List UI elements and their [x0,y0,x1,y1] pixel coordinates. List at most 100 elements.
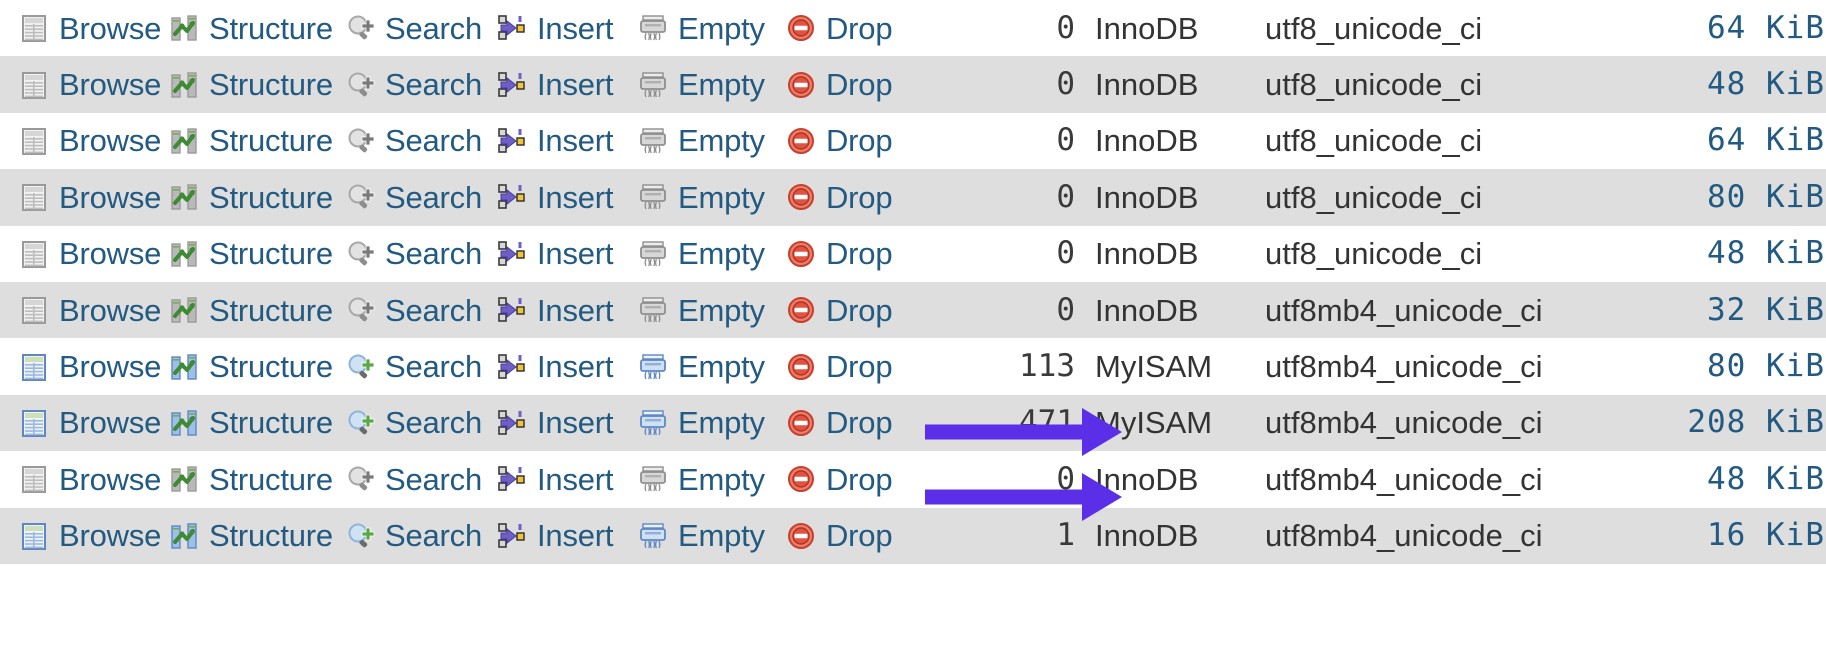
row-count: 0 [1056,178,1075,215]
browse-link[interactable]: Browse [18,12,168,44]
insert-link[interactable]: Insert [496,294,637,326]
drop-link[interactable]: Drop [785,463,925,495]
table-row: Browse Structure Search Insert Empty Drop 0 Inn… [0,281,1826,339]
structure-link[interactable]: Structure [168,351,344,383]
empty-link[interactable]: Empty [637,238,785,270]
search-link[interactable]: Search [344,407,496,439]
browse-link[interactable]: Browse [18,463,168,495]
drop-link[interactable]: Drop [785,351,925,383]
structure-label: Structure [209,179,333,215]
structure-link[interactable]: Structure [168,294,344,326]
collation: utf8mb4_unicode_ci [1265,405,1543,441]
storage-engine: InnoDB [1095,461,1199,497]
empty-link[interactable]: Empty [637,125,785,157]
insert-link[interactable]: Insert [496,181,637,213]
insert-link[interactable]: Insert [496,407,637,439]
cell-empty: Empty [637,451,785,507]
drop-link[interactable]: Drop [785,294,925,326]
search-label: Search [385,292,483,328]
cell-insert: Insert [496,451,637,507]
cell-structure: Structure [168,169,344,225]
structure-link[interactable]: Structure [168,238,344,270]
cell-search: Search [344,226,496,282]
drop-link[interactable]: Drop [785,12,925,44]
table-size: 80 KiB [1707,178,1825,215]
cell-empty: Empty [637,113,785,169]
browse-link[interactable]: Browse [18,520,168,552]
cell-browse: Browse [0,508,168,564]
drop-deny-icon [785,351,817,383]
search-link[interactable]: Search [344,12,496,44]
browse-link[interactable]: Browse [18,181,168,213]
cell-empty: Empty [637,338,785,394]
empty-link[interactable]: Empty [637,463,785,495]
structure-link[interactable]: Structure [168,69,344,101]
search-link[interactable]: Search [344,351,496,383]
drop-label: Drop [826,179,893,215]
browse-label: Browse [59,123,162,159]
browse-link[interactable]: Browse [18,238,168,270]
browse-link[interactable]: Browse [18,351,168,383]
drop-link[interactable]: Drop [785,181,925,213]
search-link[interactable]: Search [344,69,496,101]
cell-drop: Drop [785,56,925,112]
cell-structure: Structure [168,282,344,338]
browse-label: Browse [59,179,162,215]
browse-link[interactable]: Browse [18,69,168,101]
empty-link[interactable]: Empty [637,520,785,552]
structure-link[interactable]: Structure [168,407,344,439]
cell-drop: Drop [785,338,925,394]
table-row: Browse Structure Search Insert Empty Drop 0 Inn… [0,0,1826,57]
insert-link[interactable]: Insert [496,12,637,44]
insert-row-icon [496,125,528,157]
browse-table-icon [18,520,50,552]
search-link[interactable]: Search [344,294,496,326]
structure-link[interactable]: Structure [168,125,344,157]
structure-link[interactable]: Structure [168,463,344,495]
drop-link[interactable]: Drop [785,238,925,270]
insert-link[interactable]: Insert [496,238,637,270]
drop-link[interactable]: Drop [785,125,925,157]
table-row: Browse Structure Search Insert Empty Drop 113 M… [0,338,1826,395]
drop-link[interactable]: Drop [785,407,925,439]
browse-table-icon [18,294,50,326]
cell-structure: Structure [168,338,344,394]
cell-insert: Insert [496,395,637,451]
empty-link[interactable]: Empty [637,294,785,326]
row-count: 0 [1056,460,1075,497]
search-link[interactable]: Search [344,181,496,213]
cell-insert: Insert [496,508,637,564]
browse-label: Browse [59,405,162,441]
browse-label: Browse [59,292,162,328]
search-link[interactable]: Search [344,520,496,552]
structure-link[interactable]: Structure [168,520,344,552]
search-link[interactable]: Search [344,238,496,270]
search-label: Search [385,405,483,441]
browse-link[interactable]: Browse [18,125,168,157]
insert-link[interactable]: Insert [496,520,637,552]
browse-table-icon [18,69,50,101]
empty-link[interactable]: Empty [637,12,785,44]
row-count: 471 [1019,404,1075,441]
browse-table-icon [18,12,50,44]
structure-link[interactable]: Structure [168,181,344,213]
empty-link[interactable]: Empty [637,69,785,101]
drop-link[interactable]: Drop [785,69,925,101]
empty-link[interactable]: Empty [637,407,785,439]
structure-link[interactable]: Structure [168,12,344,44]
insert-link[interactable]: Insert [496,125,637,157]
insert-link[interactable]: Insert [496,69,637,101]
search-link[interactable]: Search [344,463,496,495]
storage-engine: InnoDB [1095,518,1199,554]
empty-link[interactable]: Empty [637,181,785,213]
empty-link[interactable]: Empty [637,351,785,383]
insert-link[interactable]: Insert [496,351,637,383]
cell-structure: Structure [168,508,344,564]
browse-link[interactable]: Browse [18,294,168,326]
search-label: Search [385,518,483,554]
insert-link[interactable]: Insert [496,463,637,495]
browse-link[interactable]: Browse [18,407,168,439]
search-link[interactable]: Search [344,125,496,157]
drop-link[interactable]: Drop [785,520,925,552]
table-row: Browse Structure Search Insert Empty Drop 0 Inn… [0,451,1826,508]
